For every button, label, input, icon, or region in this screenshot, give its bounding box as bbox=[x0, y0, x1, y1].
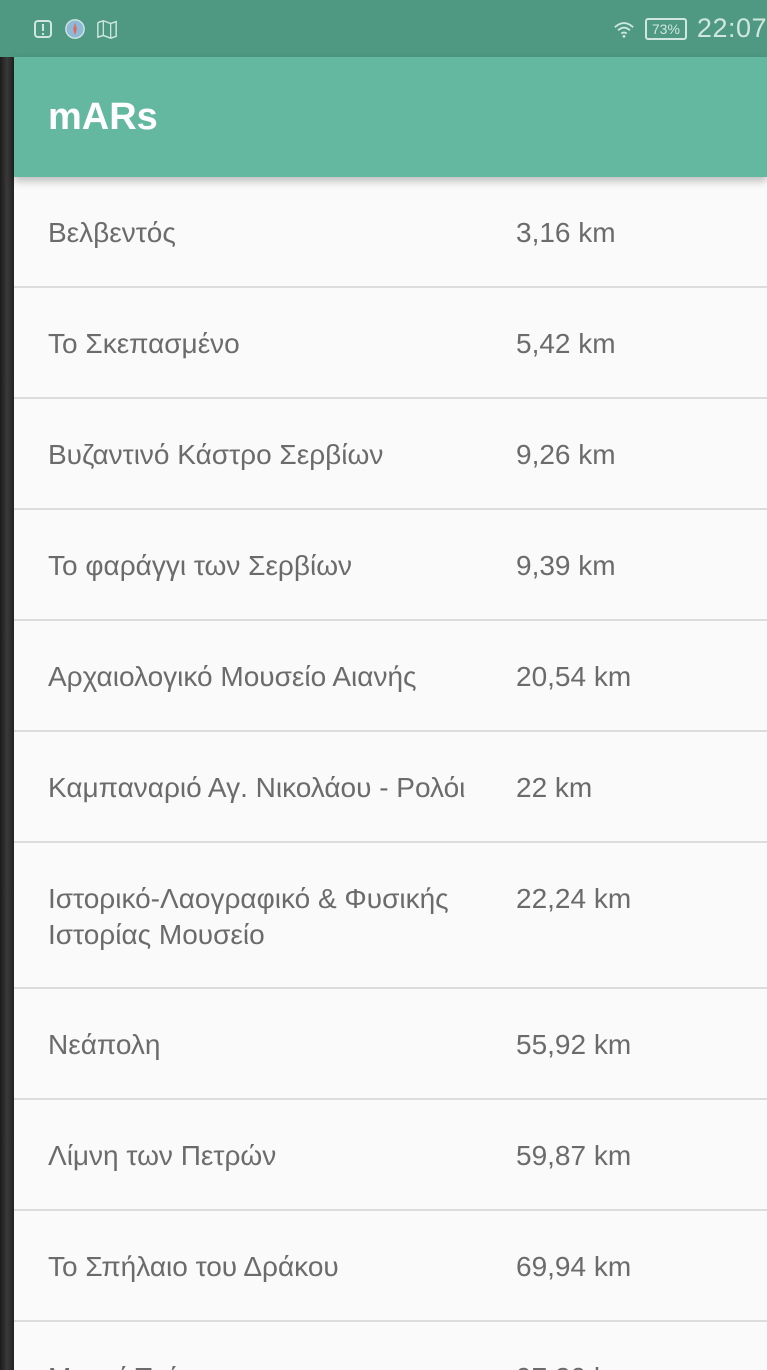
alert-icon bbox=[32, 18, 54, 40]
system-status: 73% 22:07 bbox=[613, 13, 767, 44]
place-distance: 22 km bbox=[516, 772, 593, 803]
place-distance: 97,20 km bbox=[516, 1360, 631, 1370]
status-clock: 22:07 bbox=[696, 13, 767, 43]
list-item[interactable]: Βυζαντινό Κάστρο Σερβίων 9,26 km bbox=[14, 399, 767, 510]
place-distance: 9,39 km bbox=[516, 550, 616, 581]
place-name: Αρχαιολογικό Μουσείο Αιανής bbox=[48, 661, 417, 692]
place-distance: 20,54 km bbox=[516, 661, 632, 692]
place-name: Λίμνη των Πετρών bbox=[48, 1140, 277, 1171]
app-title: mARs bbox=[48, 95, 158, 138]
place-name: Το Σπήλαιο του Δράκου bbox=[48, 1251, 339, 1282]
place-name: Το Σκεπασμένο bbox=[48, 328, 240, 359]
place-name: Καμπαναριό Αγ. Νικολάου - Ρολόι bbox=[48, 772, 466, 803]
place-distance: 22,24 km bbox=[516, 883, 632, 914]
place-name: Βυζαντινό Κάστρο Σερβίων bbox=[48, 439, 384, 470]
list-item[interactable]: Το φαράγγι των Σερβίων 9,39 km bbox=[14, 510, 767, 621]
places-list[interactable]: Βελβεντός 3,16 km Το Σκεπασμένο 5,42 km … bbox=[14, 177, 767, 1370]
place-name: Μουσί Πρίσ bbox=[48, 1360, 508, 1370]
list-item[interactable]: Αρχαιολογικό Μουσείο Αιανής 20,54 km bbox=[14, 621, 767, 732]
list-item[interactable]: Μουσί Πρίσ 97,20 km bbox=[14, 1322, 767, 1370]
wifi-icon bbox=[613, 18, 635, 40]
list-item[interactable]: Ιστορικό-Λαογραφικό & Φυσικής Ιστορίας Μ… bbox=[14, 843, 767, 989]
list-item[interactable]: Βελβεντός 3,16 km bbox=[14, 177, 767, 288]
place-name: Βελβεντός bbox=[48, 217, 176, 248]
device-edge bbox=[0, 0, 14, 1370]
place-distance: 5,42 km bbox=[516, 328, 616, 359]
place-name: Νεάπολη bbox=[48, 1029, 161, 1060]
list-item[interactable]: Καμπαναριό Αγ. Νικολάου - Ρολόι 22 km bbox=[14, 732, 767, 843]
status-bar: 73% 22:07 bbox=[0, 0, 767, 57]
place-distance: 55,92 km bbox=[516, 1029, 632, 1060]
place-distance: 9,26 km bbox=[516, 439, 616, 470]
place-distance: 3,16 km bbox=[516, 217, 616, 248]
map-icon bbox=[96, 18, 118, 40]
list-item[interactable]: Το Σπήλαιο του Δράκου 69,94 km bbox=[14, 1211, 767, 1322]
battery-indicator: 73% bbox=[644, 17, 687, 40]
list-item[interactable]: Το Σκεπασμένο 5,42 km bbox=[14, 288, 767, 399]
app-bar: mARs bbox=[14, 57, 767, 177]
notification-icons bbox=[32, 18, 118, 40]
list-item[interactable]: Λίμνη των Πετρών 59,87 km bbox=[14, 1100, 767, 1211]
list-item[interactable]: Νεάπολη 55,92 km bbox=[14, 989, 767, 1100]
place-name: Ιστορικό-Λαογραφικό & Φυσικής Ιστορίας Μ… bbox=[48, 883, 449, 950]
place-name: Το φαράγγι των Σερβίων bbox=[48, 550, 353, 581]
place-distance: 69,94 km bbox=[516, 1251, 632, 1282]
compass-icon bbox=[64, 18, 86, 40]
place-distance: 59,87 km bbox=[516, 1140, 632, 1171]
